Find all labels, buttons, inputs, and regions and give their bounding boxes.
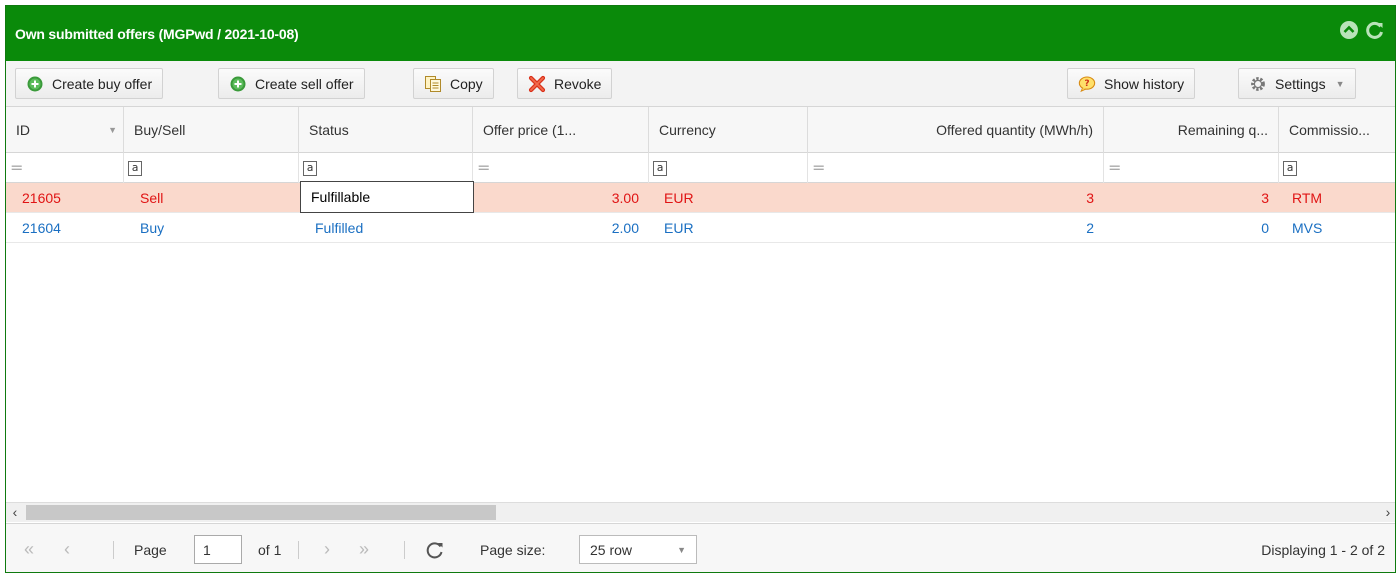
- cell-price: 3.00: [611, 190, 639, 206]
- pager-divider: [404, 540, 405, 559]
- page-count-label: of 1: [258, 541, 282, 558]
- text-filter-icon: a: [1283, 160, 1297, 176]
- filter-remaining-quantity[interactable]: =: [1104, 153, 1279, 183]
- refresh-icon[interactable]: [1365, 20, 1385, 40]
- filter-id[interactable]: =: [6, 153, 124, 183]
- settings-button[interactable]: Settings ▼: [1238, 68, 1356, 99]
- filter-commission[interactable]: a: [1279, 153, 1395, 183]
- show-history-label: Show history: [1104, 75, 1185, 92]
- text-filter-icon: a: [303, 160, 317, 176]
- column-header-buy-sell[interactable]: Buy/Sell: [124, 107, 299, 153]
- pagination-bar: « ‹ Page 1 of 1 › » Page size: 25 row ▼ …: [6, 523, 1395, 572]
- table-row[interactable]: 21605 Sell Fulfillable 3.00 EUR 3 3 RTM: [6, 181, 1395, 213]
- cell-commission: RTM: [1292, 190, 1323, 206]
- cell-remaining-quantity: 3: [1261, 190, 1269, 206]
- chevron-down-icon: ▼: [677, 544, 686, 555]
- scroll-left-icon[interactable]: ‹: [6, 504, 24, 520]
- copy-button[interactable]: Copy: [413, 68, 494, 99]
- grid-header: ID ▼ Buy/Sell Status Offer price (1... C…: [6, 107, 1395, 153]
- panel-tools: [1339, 20, 1385, 40]
- pager-divider: [113, 540, 114, 559]
- show-history-button[interactable]: ? Show history: [1067, 68, 1196, 99]
- cell-commission: MVS: [1292, 220, 1323, 236]
- svg-text:?: ?: [1084, 79, 1089, 89]
- toolbar: Create buy offer Create sell offer Copy …: [6, 61, 1395, 107]
- filter-status[interactable]: a: [299, 153, 473, 183]
- column-header-currency[interactable]: Currency: [649, 107, 808, 153]
- create-sell-offer-label: Create sell offer: [255, 75, 354, 92]
- cell-id: 21604: [22, 220, 61, 236]
- revoke-button[interactable]: Revoke: [517, 68, 613, 99]
- horizontal-scrollbar[interactable]: ‹ ›: [6, 502, 1395, 522]
- filter-buy-sell[interactable]: a: [124, 153, 299, 183]
- first-page-icon[interactable]: «: [24, 524, 34, 572]
- page-size-label: Page size:: [480, 541, 546, 558]
- column-menu-icon[interactable]: ▼: [108, 125, 117, 135]
- cell-status[interactable]: Fulfillable: [300, 181, 474, 213]
- collapse-icon[interactable]: [1339, 20, 1359, 40]
- column-header-offer-price[interactable]: Offer price (1...: [473, 107, 649, 153]
- filter-offered-quantity[interactable]: =: [808, 153, 1104, 183]
- revoke-x-icon: [528, 75, 546, 93]
- cell-side: Buy: [140, 220, 165, 236]
- scrollbar-thumb[interactable]: [26, 505, 496, 520]
- copy-label: Copy: [450, 75, 483, 92]
- column-header-offered-quantity[interactable]: Offered quantity (MWh/h): [808, 107, 1104, 153]
- panel-title: Own submitted offers (MGPwd / 2021-10-08…: [15, 25, 299, 42]
- history-bubble-icon: ?: [1078, 75, 1096, 93]
- cell-offered-quantity: 2: [1086, 220, 1094, 236]
- equals-filter-icon: =: [812, 158, 826, 177]
- column-header-commission[interactable]: Commissio...: [1279, 107, 1395, 153]
- cell-price: 2.00: [611, 220, 639, 236]
- page-number-input[interactable]: 1: [194, 535, 242, 564]
- displaying-count: Displaying 1 - 2 of 2: [1261, 541, 1385, 558]
- chevron-down-icon: ▼: [1335, 78, 1345, 89]
- cell-currency: EUR: [664, 220, 694, 236]
- table-row[interactable]: 21604 Buy Fulfilled 2.00 EUR 2 0 MVS: [6, 213, 1395, 243]
- text-filter-icon: a: [128, 160, 142, 176]
- filter-row: = a a = a = = a: [6, 153, 1395, 183]
- cell-side: Sell: [140, 190, 164, 206]
- cell-offered-quantity: 3: [1086, 190, 1094, 206]
- create-sell-offer-button[interactable]: Create sell offer: [218, 68, 365, 99]
- page-label: Page: [134, 541, 167, 558]
- page-size-select[interactable]: 25 row ▼: [579, 535, 697, 564]
- scroll-right-icon[interactable]: ›: [1379, 504, 1395, 520]
- add-circle-icon: [229, 75, 247, 93]
- cell-remaining-quantity: 0: [1261, 220, 1269, 236]
- next-page-icon[interactable]: ›: [324, 524, 330, 572]
- equals-filter-icon: =: [1108, 158, 1122, 177]
- refresh-page-icon[interactable]: [425, 524, 445, 572]
- text-filter-icon: a: [653, 160, 667, 176]
- create-buy-offer-label: Create buy offer: [52, 75, 153, 92]
- panel-titlebar: Own submitted offers (MGPwd / 2021-10-08…: [6, 6, 1395, 61]
- revoke-label: Revoke: [554, 75, 602, 92]
- gear-icon: [1249, 75, 1267, 93]
- cell-status: Fulfilled: [315, 220, 364, 236]
- copy-icon: [424, 75, 442, 93]
- column-header-id[interactable]: ID ▼: [6, 107, 124, 153]
- offers-grid: ID ▼ Buy/Sell Status Offer price (1... C…: [6, 107, 1395, 502]
- add-circle-icon: [26, 75, 44, 93]
- pager-divider: [298, 540, 299, 559]
- equals-filter-icon: =: [477, 158, 491, 177]
- offers-panel: Own submitted offers (MGPwd / 2021-10-08…: [5, 5, 1396, 573]
- last-page-icon[interactable]: »: [359, 524, 369, 572]
- cell-id: 21605: [22, 190, 61, 206]
- equals-filter-icon: =: [10, 158, 24, 177]
- cell-currency: EUR: [664, 190, 694, 206]
- settings-label: Settings: [1275, 75, 1326, 92]
- column-header-remaining-quantity[interactable]: Remaining q...: [1104, 107, 1279, 153]
- previous-page-icon[interactable]: ‹: [64, 524, 70, 572]
- filter-currency[interactable]: a: [649, 153, 808, 183]
- column-header-status[interactable]: Status: [299, 107, 473, 153]
- page-size-value: 25 row: [590, 541, 633, 558]
- filter-offer-price[interactable]: =: [473, 153, 649, 183]
- create-buy-offer-button[interactable]: Create buy offer: [15, 68, 164, 99]
